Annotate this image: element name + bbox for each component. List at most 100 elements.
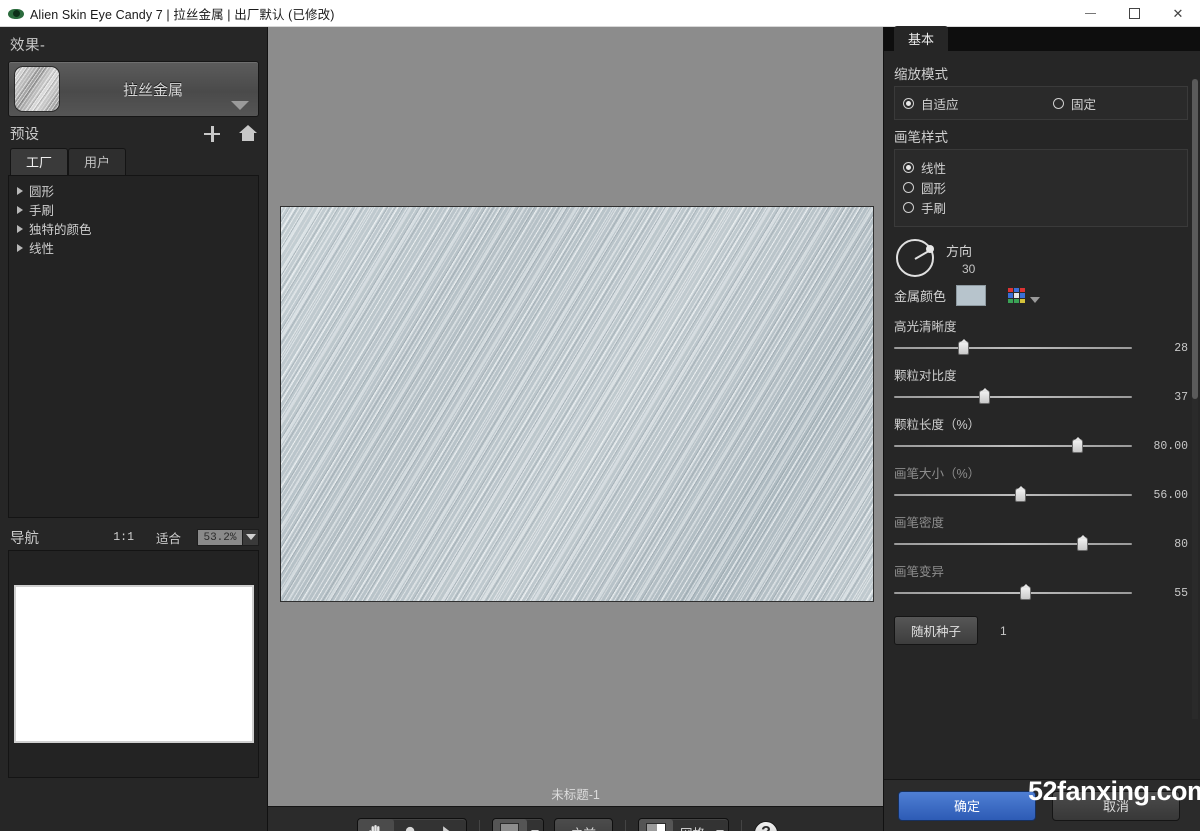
application-window: Alien Skin Eye Candy 7 | 拉丝金属 | 出厂默认 (已修… (0, 0, 1200, 831)
random-seed-button[interactable]: 随机种子 (894, 616, 979, 645)
home-icon[interactable] (239, 125, 257, 142)
triangle-right-icon[interactable] (17, 224, 23, 233)
list-item[interactable]: 圆形 (13, 181, 258, 200)
window-controls: ✕ (1068, 0, 1200, 27)
center-area: 未标题-1 (268, 27, 883, 831)
radio-icon[interactable] (903, 161, 914, 173)
zoom-mode-group: 自适应 固定 (894, 86, 1188, 120)
tab-user[interactable]: 用户 (68, 148, 126, 175)
triangle-right-icon[interactable] (17, 186, 23, 195)
zoom-mode-title: 缩放模式 (894, 67, 948, 82)
slider-track[interactable] (894, 339, 1132, 355)
brushed-metal-thumbnail (14, 66, 60, 112)
scrollbar-thumb[interactable] (1192, 79, 1198, 399)
zoom-level-combobox[interactable]: 53.2% (197, 528, 259, 546)
preset-header: 预设 (0, 121, 267, 146)
navigator-thumbnail[interactable] (13, 585, 254, 743)
slider-track[interactable] (894, 486, 1132, 502)
minimize-button[interactable] (1068, 0, 1112, 27)
chevron-down-icon[interactable] (527, 819, 543, 831)
radio-icon[interactable] (1053, 97, 1064, 109)
direction-control[interactable]: 方向 30 (896, 239, 1188, 277)
before-button[interactable]: 之前 (553, 817, 613, 831)
metal-color-row: 金属颜色 (894, 285, 1188, 306)
navigator-header: 导航 1:1 适合 53.2% (0, 524, 267, 550)
slider-track[interactable] (894, 535, 1132, 551)
plus-icon[interactable] (203, 125, 221, 143)
slider-track[interactable] (894, 584, 1132, 600)
random-seed-row: 随机种子 1 (894, 616, 1188, 645)
toolbar-divider (478, 819, 480, 831)
bottom-toolbar: 之前 网格 ? (268, 806, 883, 831)
slider-thumb[interactable] (958, 339, 970, 355)
metal-color-swatch[interactable] (956, 285, 987, 306)
radio-zoom-adaptive[interactable]: 自适应 (903, 93, 1053, 113)
slider-brush-density: 画笔密度 80 (894, 516, 1188, 551)
palette-icon[interactable] (1008, 288, 1026, 303)
chevron-down-icon[interactable] (1030, 296, 1041, 303)
list-item[interactable]: 手刷 (13, 200, 258, 219)
chevron-down-icon[interactable] (231, 101, 249, 110)
radio-zoom-fixed[interactable]: 固定 (1053, 93, 1096, 113)
radio-icon[interactable] (903, 201, 914, 213)
slider-grain-length: 颗粒长度（%） 80.00 (894, 418, 1188, 453)
triangle-right-icon[interactable] (17, 205, 23, 214)
navigator-preview[interactable] (8, 550, 259, 778)
checker-icon[interactable] (639, 818, 673, 831)
image-preview[interactable] (280, 206, 874, 602)
triangle-right-icon[interactable] (17, 243, 23, 252)
document-label: 未标题-1 (268, 784, 883, 806)
maximize-button[interactable] (1112, 0, 1156, 27)
slider-brush-size: 画笔大小（%） 56.00 (894, 467, 1188, 502)
eye-icon (8, 6, 24, 22)
direction-value: 30 (962, 261, 976, 276)
slider-thumb[interactable] (1072, 437, 1084, 453)
tab-factory[interactable]: 工厂 (10, 148, 68, 175)
close-button[interactable]: ✕ (1156, 0, 1200, 27)
radio-brush-circular[interactable]: 圆形 (903, 177, 1179, 197)
chevron-down-icon[interactable] (243, 528, 259, 546)
brush-style-title: 画笔样式 (894, 130, 948, 145)
slider-thumb[interactable] (979, 388, 991, 404)
swatch-icon[interactable] (492, 818, 527, 831)
hand-icon[interactable] (357, 818, 394, 831)
title-bar: Alien Skin Eye Candy 7 | 拉丝金属 | 出厂默认 (已修… (0, 0, 1200, 27)
question-icon[interactable]: ? (754, 820, 779, 831)
random-seed-value: 1 (1000, 623, 1007, 638)
zoom-level-value[interactable]: 53.2% (197, 528, 243, 546)
direction-label: 方向 (946, 243, 973, 259)
radio-icon[interactable] (903, 97, 914, 109)
preset-tree[interactable]: 圆形 手刷 独特的颜色 线性 (8, 175, 259, 518)
list-item[interactable]: 独特的颜色 (13, 219, 258, 238)
pointer-icon[interactable] (430, 819, 466, 831)
slider-grain-contrast: 颗粒对比度 37 (894, 369, 1188, 404)
toolbar-divider (625, 819, 626, 831)
ok-button[interactable]: 确定 (898, 790, 1036, 821)
tab-basic[interactable]: 基本 (894, 26, 949, 51)
zoom-one-to-one-button[interactable]: 1:1 (113, 531, 134, 544)
settings-scrollbar[interactable] (1192, 79, 1198, 719)
radio-brush-hand[interactable]: 手刷 (903, 197, 1179, 217)
slider-thumb[interactable] (1077, 535, 1089, 551)
radio-brush-linear[interactable]: 线性 (903, 157, 1179, 177)
canvas-viewport[interactable] (268, 27, 883, 784)
navigator-title: 导航 (10, 530, 39, 547)
slider-highlight-clarity: 高光清晰度 28 (894, 320, 1188, 355)
preset-section-title: 预设 (10, 127, 39, 143)
zoom-fit-button[interactable]: 适合 (156, 528, 181, 547)
slider-thumb[interactable] (1015, 486, 1027, 502)
magnifier-icon[interactable] (394, 819, 430, 831)
cancel-button[interactable]: 取消 (1052, 790, 1180, 821)
grid-label: 网格 (673, 823, 712, 831)
window-title: Alien Skin Eye Candy 7 | 拉丝金属 | 出厂默认 (已修… (30, 8, 335, 22)
radio-icon[interactable] (903, 181, 914, 193)
preset-tabs: 工厂 用户 (10, 148, 267, 175)
effect-selector[interactable]: 拉丝金属 (8, 61, 259, 117)
slider-thumb[interactable] (1019, 584, 1031, 600)
chevron-down-icon[interactable] (712, 819, 728, 831)
list-item[interactable]: 线性 (13, 238, 258, 257)
slider-track[interactable] (894, 388, 1132, 404)
dial-icon[interactable] (896, 239, 934, 277)
slider-track[interactable] (894, 437, 1132, 453)
slider-brush-variation: 画笔变异 55 (894, 565, 1188, 600)
